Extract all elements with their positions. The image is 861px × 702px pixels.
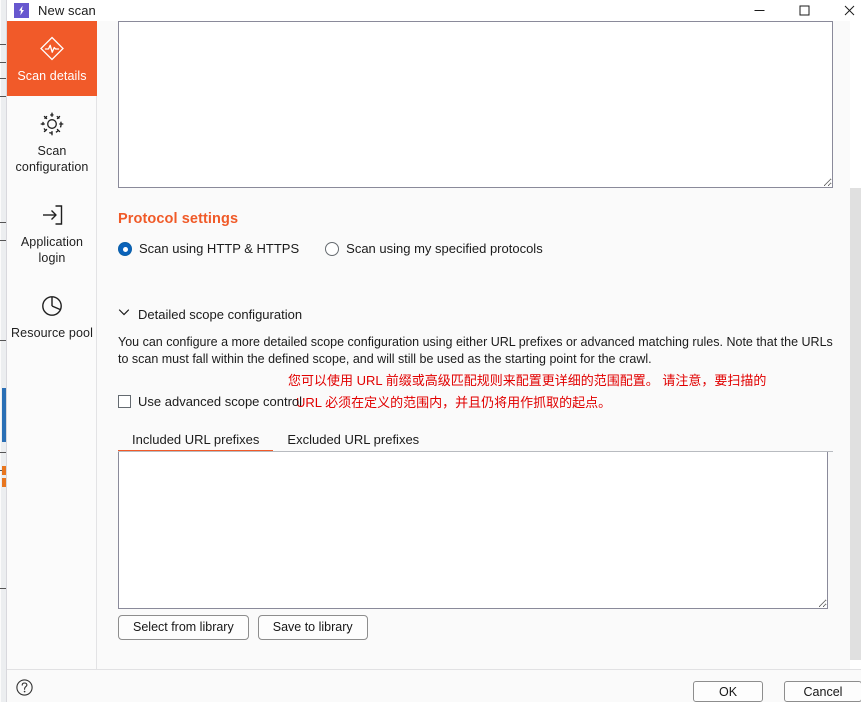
sidebar-item-scan-details[interactable]: Scan details <box>7 21 97 96</box>
scan-details-icon <box>11 32 93 66</box>
background-text-fragment <box>0 78 6 79</box>
detailed-scope-expander-label: Detailed scope configuration <box>138 307 303 322</box>
detailed-scope-description: You can configure a more detailed scope … <box>118 335 833 366</box>
ok-button[interactable]: OK <box>693 681 763 702</box>
sidebar-item-scan-configuration[interactable]: Scan configuration <box>7 96 97 187</box>
login-arrow-icon <box>11 198 93 232</box>
detailed-scope-expander[interactable]: Detailed scope configuration <box>117 305 302 324</box>
background-text-fragment <box>0 44 6 45</box>
tab-excluded-url-prefixes[interactable]: Excluded URL prefixes <box>273 430 433 451</box>
select-from-library-button[interactable]: Select from library <box>118 615 249 640</box>
sidebar-item-label: Scan details <box>17 69 87 83</box>
dialog-footer: OK Cancel <box>7 669 861 702</box>
background-text-fragment <box>0 222 6 223</box>
background-text-fragment <box>0 62 6 63</box>
checkbox-mark-icon <box>118 395 131 408</box>
lightning-bolt-icon <box>14 3 29 18</box>
background-text-fragment <box>0 240 6 241</box>
minimize-button[interactable] <box>737 0 782 21</box>
protocol-settings-heading: Protocol settings <box>118 211 239 227</box>
background-scrollbar-track[interactable] <box>1 0 6 702</box>
radio-mark-icon <box>118 242 132 256</box>
background-highlight <box>2 466 6 475</box>
save-to-library-button[interactable]: Save to library <box>257 615 368 640</box>
protocol-radio-group: Scan using HTTP & HTTPS Scan using my sp… <box>118 241 543 257</box>
chevron-down-icon <box>117 305 131 324</box>
sidebar-item-label: Scan configuration <box>15 144 89 174</box>
sidebar-item-label: Resource pool <box>11 326 93 340</box>
checkbox-label: Use advanced scope control <box>138 394 303 409</box>
pie-chart-icon <box>11 289 93 323</box>
title-bar: New scan <box>7 0 861 21</box>
tab-included-url-prefixes[interactable]: Included URL prefixes <box>118 430 274 453</box>
use-advanced-scope-control-checkbox[interactable]: Use advanced scope control <box>118 394 302 409</box>
background-text-fragment <box>0 452 6 453</box>
radio-scan-http-https[interactable]: Scan using HTTP & HTTPS <box>118 241 299 257</box>
sidebar-item-label: Application login <box>20 235 84 265</box>
background-text-fragment <box>0 96 6 97</box>
included-url-prefixes-textarea[interactable] <box>118 452 828 609</box>
gear-icon <box>11 107 93 141</box>
maximize-button[interactable] <box>782 0 827 21</box>
sidebar-item-application-login[interactable]: Application login <box>7 187 97 278</box>
translation-line-2: URL 必须在定义的范围内，并且仍将用作抓取的起点。 <box>296 395 612 410</box>
question-mark-circle-icon[interactable] <box>16 679 33 696</box>
library-button-group: Select from library Save to library <box>118 615 368 640</box>
main-content: Protocol settings Scan using HTTP & HTTP… <box>98 21 850 669</box>
close-icon[interactable] <box>827 0 861 21</box>
translation-line-1: 您可以使用 URL 前缀或高级匹配规则来配置更详细的范围配置。 请注意，要扫描的 <box>288 373 767 388</box>
content-scrollbar-track[interactable] <box>850 21 861 669</box>
background-text-fragment <box>0 588 6 589</box>
translation-overlay: 您可以使用 URL 前缀或高级匹配规则来配置更详细的范围配置。 请注意，要扫描的… <box>288 370 833 414</box>
new-scan-dialog: New scan Scan details Scan configuration… <box>0 0 861 702</box>
radio-scan-specified-protocols[interactable]: Scan using my specified protocols <box>325 241 543 257</box>
urls-to-scan-textarea[interactable] <box>118 21 833 188</box>
window-title: New scan <box>38 3 96 18</box>
sidebar: Scan details Scan configuration Applicat… <box>7 21 97 669</box>
radio-label: Scan using my specified protocols <box>346 241 543 256</box>
sidebar-item-resource-pool[interactable]: Resource pool <box>7 278 97 353</box>
content-scrollbar-thumb[interactable] <box>850 188 861 660</box>
radio-mark-icon <box>325 242 340 256</box>
background-highlight <box>2 478 6 487</box>
background-text-fragment <box>0 340 6 341</box>
cancel-button[interactable]: Cancel <box>784 681 861 702</box>
url-prefix-tabs: Included URL prefixes Excluded URL prefi… <box>118 430 833 453</box>
radio-label: Scan using HTTP & HTTPS <box>139 241 300 256</box>
background-window-sliver <box>0 0 7 702</box>
